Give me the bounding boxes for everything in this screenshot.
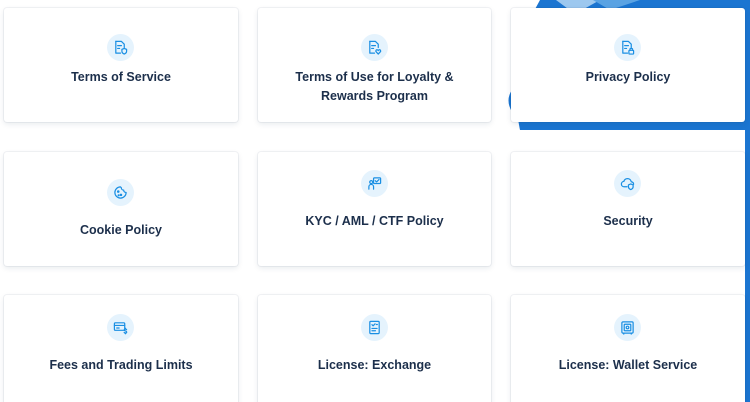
card-label: Security [603, 214, 653, 228]
card-license-exchange[interactable]: License: Exchange [258, 295, 491, 402]
card-label: License: Exchange [317, 358, 432, 372]
document-shield-icon [107, 34, 134, 61]
license-document-icon [361, 314, 388, 341]
card-loyalty-rewards-terms[interactable]: Terms of Use for Loyalty & Rewards Progr… [258, 8, 491, 122]
document-lock-icon [614, 34, 641, 61]
card-label: Fees and Trading Limits [49, 358, 193, 372]
card-label: Privacy Policy [585, 70, 671, 84]
wallet-vault-icon [614, 314, 641, 341]
card-label-line: Rewards Program [321, 89, 428, 103]
card-label: Terms of Service [71, 70, 171, 84]
card-dollar-icon [107, 314, 134, 341]
card-terms-of-service[interactable]: Terms of Service [4, 8, 238, 122]
card-cookie-policy[interactable]: Cookie Policy [4, 152, 238, 266]
card-fees-trading-limits[interactable]: Fees and Trading Limits [4, 295, 238, 402]
cookie-icon [107, 179, 134, 206]
card-security[interactable]: Security [511, 152, 745, 266]
card-kyc-aml-ctf-policy[interactable]: KYC / AML / CTF Policy [258, 152, 491, 266]
id-verification-icon [361, 170, 388, 197]
legal-documents-page: Terms of Service Terms of Use for Loyalt… [0, 0, 750, 402]
card-label: Cookie Policy [80, 223, 162, 237]
card-label-line: Terms of Use for Loyalty & [295, 70, 454, 84]
card-label: KYC / AML / CTF Policy [305, 214, 444, 228]
card-label: License: Wallet Service [558, 358, 698, 372]
card-license-wallet-service[interactable]: License: Wallet Service [511, 295, 745, 402]
document-heart-icon [361, 34, 388, 61]
cloud-shield-icon [614, 170, 641, 197]
card-privacy-policy[interactable]: Privacy Policy [511, 8, 745, 122]
card-label: Terms of Use for Loyalty & Rewards Progr… [266, 68, 483, 106]
